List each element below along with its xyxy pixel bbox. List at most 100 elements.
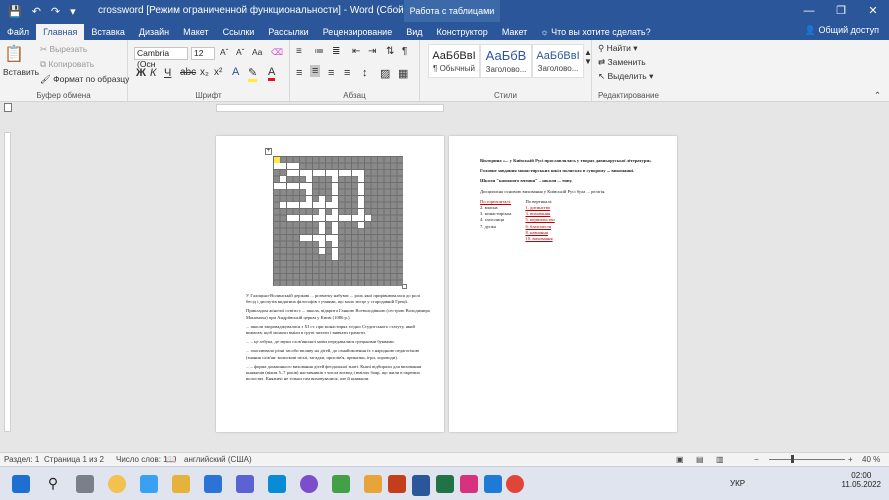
- search-icon[interactable]: ⚲: [44, 475, 62, 493]
- crossword-cell[interactable]: [358, 208, 364, 215]
- minimize-button[interactable]: —: [793, 0, 825, 22]
- crossword-cell[interactable]: [332, 176, 338, 182]
- multilevel-list-icon[interactable]: ≣: [332, 46, 340, 57]
- crossword-cell[interactable]: [345, 169, 351, 176]
- excel-icon[interactable]: [436, 475, 454, 493]
- crossword-cell[interactable]: [299, 215, 306, 221]
- sort-icon[interactable]: ⇅: [386, 46, 394, 57]
- crossword-cell[interactable]: [299, 169, 306, 176]
- grow-font-icon[interactable]: Aˆ: [220, 47, 229, 57]
- crossword-cell[interactable]: [332, 234, 338, 241]
- crossword-cell[interactable]: [338, 215, 345, 221]
- zoom-slider-thumb[interactable]: [791, 455, 794, 463]
- crossword-cell[interactable]: [286, 202, 293, 208]
- style-heading-1[interactable]: АаБбВ Заголово...: [480, 44, 532, 78]
- crossword-cell[interactable]: [332, 247, 338, 254]
- language-indicator[interactable]: УКР: [730, 479, 745, 488]
- status-section[interactable]: Раздел: 1: [4, 455, 39, 464]
- style-normal[interactable]: АаБбВвI ¶ Обычный: [428, 44, 480, 78]
- crossword-cell[interactable]: [319, 234, 325, 241]
- music-app-icon[interactable]: [460, 475, 478, 493]
- crossword-cell[interactable]: [280, 202, 286, 208]
- crossword-cell[interactable]: [293, 163, 299, 169]
- tab-view[interactable]: Вид: [399, 24, 429, 40]
- powerpoint-icon[interactable]: [388, 475, 406, 493]
- crossword-cell[interactable]: [319, 208, 325, 215]
- tab-table-layout[interactable]: Макет: [495, 24, 534, 40]
- crossword-cell[interactable]: [306, 195, 312, 202]
- crossword-cell[interactable]: [358, 215, 364, 221]
- format-painter-button[interactable]: 🖌 Формат по образцу: [40, 74, 129, 85]
- align-left-icon[interactable]: ≡: [296, 67, 302, 79]
- crossword-cell[interactable]: [306, 182, 312, 189]
- zoom-slider[interactable]: [769, 459, 845, 460]
- tab-selector-icon[interactable]: [4, 103, 12, 112]
- replace-button[interactable]: ⇄ Заменить: [598, 57, 646, 68]
- tab-home[interactable]: Главная: [36, 24, 85, 40]
- media-app-icon[interactable]: [364, 475, 382, 493]
- crossword-cell[interactable]: [273, 182, 280, 189]
- styles-scroll-icon[interactable]: ▲ ▼: [584, 48, 592, 66]
- crossword-cell[interactable]: [286, 182, 293, 189]
- tab-file[interactable]: Файл: [0, 24, 36, 40]
- style-heading-2[interactable]: АаБбВвI Заголово...: [532, 44, 584, 78]
- crossword-cell[interactable]: [325, 169, 332, 176]
- crossword-cell[interactable]: [286, 215, 293, 221]
- crossword-cell[interactable]: [319, 202, 325, 208]
- chrome-icon[interactable]: [506, 475, 524, 493]
- crossword-cell[interactable]: [312, 234, 319, 241]
- crossword-cell[interactable]: [306, 202, 312, 208]
- bold-button[interactable]: Ж: [136, 67, 146, 79]
- document-page-2[interactable]: Вікторина «... у Київській Русі прославл…: [449, 136, 677, 432]
- font-color-icon[interactable]: A: [268, 66, 276, 81]
- crossword-cell[interactable]: [338, 169, 345, 176]
- crossword-cell[interactable]: [306, 215, 312, 221]
- crossword-cell[interactable]: [332, 169, 338, 176]
- windows-start-icon[interactable]: [12, 475, 30, 493]
- crossword-cell[interactable]: [299, 234, 306, 241]
- superscript-icon[interactable]: x²: [214, 67, 222, 78]
- crossword-cell[interactable]: [358, 189, 364, 195]
- crossword-cell[interactable]: [299, 202, 306, 208]
- crossword-cell[interactable]: [306, 189, 312, 195]
- copy-button[interactable]: ⧉ Копировать: [40, 59, 94, 70]
- collapse-ribbon-icon[interactable]: ⌃: [874, 90, 881, 101]
- crossword-cell[interactable]: [293, 215, 299, 221]
- crossword-cell[interactable]: [280, 182, 286, 189]
- sun-app-icon[interactable]: [108, 475, 126, 493]
- text-effects-icon[interactable]: A: [232, 66, 239, 78]
- crossword-cell[interactable]: [273, 163, 280, 169]
- read-mode-icon[interactable]: ▣: [676, 455, 684, 464]
- status-page[interactable]: Страница 1 из 2: [44, 455, 104, 464]
- clock[interactable]: 02:00 11.05.2022: [842, 471, 881, 489]
- crossword-cell[interactable]: [332, 254, 338, 260]
- pilcrow-icon[interactable]: ¶: [402, 46, 407, 57]
- crossword-cell[interactable]: [319, 221, 325, 228]
- decrease-indent-icon[interactable]: ⇤: [352, 46, 360, 57]
- font-size-combo[interactable]: 12: [191, 47, 215, 60]
- crossword-cell[interactable]: [345, 215, 351, 221]
- crossword-cell[interactable]: [332, 182, 338, 189]
- increase-indent-icon[interactable]: ⇥: [368, 46, 376, 57]
- paste-button[interactable]: Вставить: [3, 67, 39, 77]
- crossword-cell[interactable]: [358, 182, 364, 189]
- crossword-grid[interactable]: [273, 156, 403, 286]
- ruler-scale[interactable]: [216, 104, 444, 112]
- borders-icon[interactable]: ▦: [398, 67, 408, 80]
- crossword-cell[interactable]: [306, 234, 312, 241]
- crossword-cell[interactable]: [299, 182, 306, 189]
- crossword-cell[interactable]: [319, 195, 325, 202]
- change-case-icon[interactable]: Aa: [252, 47, 262, 57]
- crossword-cell[interactable]: [332, 195, 338, 202]
- find-button[interactable]: ⚲ Найти ▾: [598, 43, 638, 54]
- weather-app-icon[interactable]: [140, 475, 158, 493]
- crossword-cell[interactable]: [332, 202, 338, 208]
- customize-icon[interactable]: ▾: [70, 5, 76, 18]
- crossword-cell[interactable]: [293, 169, 299, 176]
- underline-button[interactable]: Ч: [164, 67, 171, 79]
- subscript-icon[interactable]: x₂: [200, 67, 209, 78]
- crossword-cell[interactable]: [319, 228, 325, 234]
- web-layout-icon[interactable]: ▥: [716, 455, 724, 464]
- crossword-cell[interactable]: [293, 202, 299, 208]
- table-move-handle-icon[interactable]: +: [265, 148, 272, 155]
